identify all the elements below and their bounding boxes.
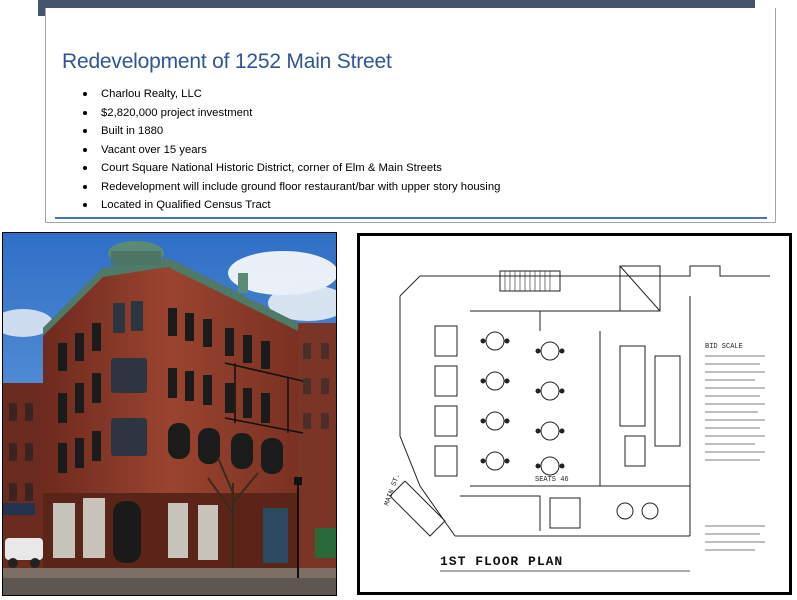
list-item: Built in 1880 — [80, 122, 500, 141]
bullet-icon — [83, 129, 87, 133]
list-item: Redevelopment will include ground floor … — [80, 178, 500, 197]
list-item: Charlou Realty, LLC — [80, 85, 500, 104]
divider-rule — [55, 217, 767, 219]
floor-plan-drawing: BID SCALE SEATS 46 MAIN ST. 1ST FLOOR PL… — [357, 233, 792, 595]
legend-title: BID SCALE — [705, 343, 743, 351]
bullet-icon — [83, 166, 87, 170]
floor-plan-title: 1ST FLOOR PLAN — [440, 554, 564, 569]
list-item: Located in Qualified Census Tract — [80, 196, 500, 215]
list-item-text: Vacant over 15 years — [101, 143, 207, 156]
bullet-icon — [83, 110, 87, 115]
list-item-text: Built in 1880 — [101, 125, 164, 137]
building-photo — [2, 232, 337, 596]
bullet-icon — [83, 203, 87, 207]
page-title: Redevelopment of 1252 Main Street — [62, 50, 392, 73]
bullet-icon — [83, 147, 87, 152]
list-item: Court Square National Historic District,… — [80, 159, 500, 178]
building-illustration — [3, 233, 336, 595]
list-item: $2,820,000 project investment — [80, 104, 500, 123]
list-item-text: Court Square National Historic District,… — [101, 162, 442, 174]
list-item-text: Redevelopment will include ground floor … — [101, 180, 501, 193]
floor-plan-sketch: BID SCALE SEATS 46 MAIN ST. — [383, 265, 770, 572]
fact-list: Charlou Realty, LLC $2,820,000 project i… — [80, 85, 500, 215]
list-item-text: $2,820,000 project investment — [101, 106, 253, 119]
bullet-icon — [83, 184, 87, 189]
list-item-text: Located in Qualified Census Tract — [101, 199, 271, 211]
bullet-icon — [83, 92, 87, 96]
list-item-text: Charlou Realty, LLC — [101, 88, 202, 100]
street-label: MAIN ST. — [383, 473, 402, 507]
list-item: Vacant over 15 years — [80, 141, 500, 160]
seats-label: SEATS 46 — [535, 476, 569, 484]
